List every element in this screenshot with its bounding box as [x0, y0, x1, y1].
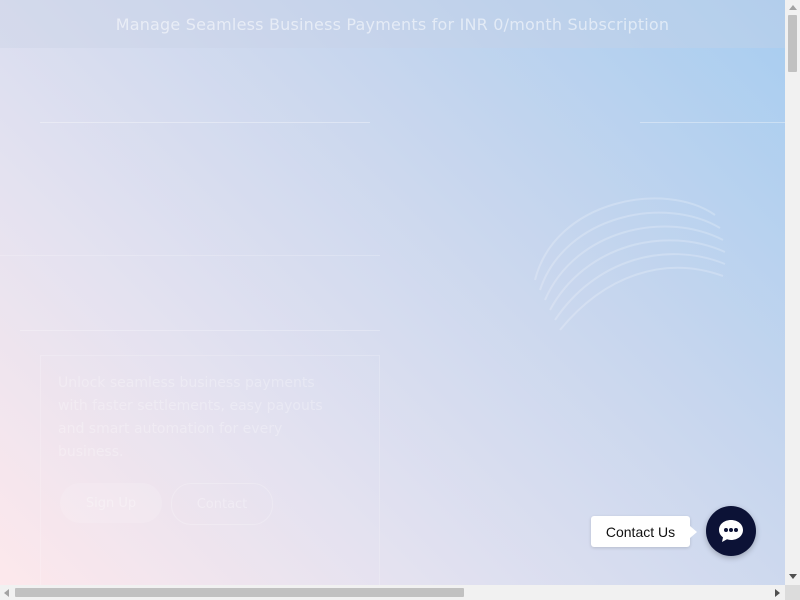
sign-up-button[interactable]: Sign Up [60, 483, 162, 523]
scroll-right-arrow-icon[interactable] [775, 589, 780, 597]
contact-us-label[interactable]: Contact Us [591, 516, 697, 547]
scroll-down-arrow-icon[interactable] [789, 574, 797, 579]
promo-banner[interactable]: Manage Seamless Business Payments for IN… [0, 0, 785, 48]
hero-description: Unlock seamless business payments with f… [58, 375, 323, 460]
contact-button[interactable]: Contact [171, 483, 273, 525]
divider [0, 255, 380, 256]
vertical-scrollbar[interactable] [785, 0, 800, 585]
scroll-up-arrow-icon[interactable] [789, 5, 797, 10]
decorative-swirl-graphic [534, 197, 726, 331]
page-viewport: Manage Seamless Business Payments for IN… [0, 0, 785, 585]
horizontal-scrollbar-thumb[interactable] [15, 588, 464, 597]
chat-widget-button[interactable] [706, 506, 756, 556]
chat-bubble-icon [719, 520, 743, 542]
scroll-left-arrow-icon[interactable] [4, 589, 9, 597]
promo-banner-text: Manage Seamless Business Payments for IN… [115, 14, 670, 34]
divider [40, 122, 370, 123]
scrollbar-corner [785, 585, 800, 600]
horizontal-scrollbar[interactable] [0, 585, 785, 600]
vertical-scrollbar-thumb[interactable] [788, 15, 797, 72]
divider [640, 122, 785, 123]
divider [20, 330, 380, 331]
